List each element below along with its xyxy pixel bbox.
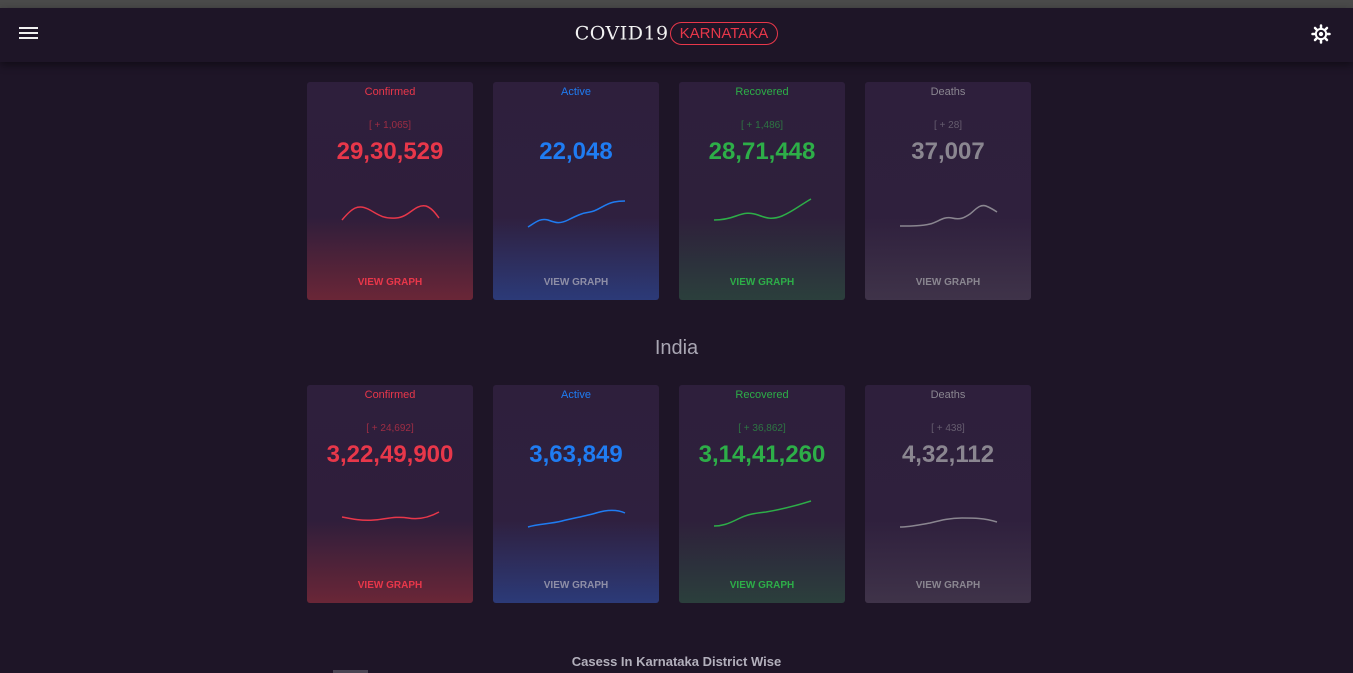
india-active-card: Active 3,63,849 VIEW GRAPH: [493, 385, 659, 603]
card-title: Confirmed: [364, 389, 416, 401]
view-graph-link[interactable]: VIEW GRAPH: [493, 580, 659, 591]
card-value: 3,22,49,900: [326, 441, 454, 468]
card-title: Deaths: [930, 86, 966, 98]
card-value: 29,30,529: [336, 138, 444, 165]
card-delta: [ + 24,692]: [366, 423, 414, 434]
view-graph-link[interactable]: VIEW GRAPH: [865, 277, 1031, 288]
karnataka-recovered-card: Recovered [ + 1,486] 28,71,448 VIEW GRAP…: [679, 82, 845, 300]
sparkline: [527, 509, 626, 528]
view-graph-link[interactable]: VIEW GRAPH: [307, 277, 473, 288]
sparkline: [713, 500, 812, 527]
card-title: Recovered: [735, 389, 789, 401]
card-title: Recovered: [735, 86, 789, 98]
card-delta: [ + 438]: [931, 423, 965, 434]
india-deaths-card: Deaths [ + 438] 4,32,112 VIEW GRAPH: [865, 385, 1031, 603]
karnataka-active-card: Active 22,048 VIEW GRAPH: [493, 82, 659, 300]
sparkline: [899, 204, 998, 227]
card-title: Active: [561, 389, 591, 401]
india-section-title: India: [654, 337, 699, 359]
view-graph-link[interactable]: VIEW GRAPH: [307, 580, 473, 591]
sparkline: [341, 205, 440, 221]
india-confirmed-card: Confirmed [ + 24,692] 3,22,49,900 VIEW G…: [307, 385, 473, 603]
card-delta: [ + 1,486]: [741, 120, 783, 131]
card-title: Active: [561, 86, 591, 98]
sparkline: [713, 198, 812, 221]
sparkline: [527, 200, 626, 228]
view-graph-link[interactable]: VIEW GRAPH: [865, 580, 1031, 591]
card-title: Confirmed: [364, 86, 416, 98]
card-value: 3,14,41,260: [698, 441, 826, 468]
district-section-title: Casess In Karnataka District Wise: [571, 654, 782, 669]
view-graph-link[interactable]: VIEW GRAPH: [493, 277, 659, 288]
view-graph-link[interactable]: VIEW GRAPH: [679, 277, 845, 288]
top-border: [0, 0, 1353, 8]
card-value: 28,71,448: [708, 138, 816, 165]
card-value: 3,63,849: [529, 441, 623, 468]
card-title: Deaths: [930, 389, 966, 401]
brightness-icon[interactable]: [1311, 24, 1331, 44]
view-graph-link[interactable]: VIEW GRAPH: [679, 580, 845, 591]
sparkline: [341, 511, 440, 521]
karnataka-confirmed-card: Confirmed [ + 1,065] 29,30,529 VIEW GRAP…: [307, 82, 473, 300]
card-value: 4,32,112: [901, 441, 995, 468]
brand-title: COVID19 KARNATAKA: [0, 22, 1353, 45]
card-value: 37,007: [911, 138, 985, 165]
card-delta: [ + 1,065]: [369, 120, 411, 131]
region-badge: KARNATAKA: [669, 22, 779, 45]
sparkline: [899, 517, 998, 528]
card-value: 22,048: [539, 138, 613, 165]
brand-name: COVID19: [574, 22, 669, 45]
india-recovered-card: Recovered [ + 36,862] 3,14,41,260 VIEW G…: [679, 385, 845, 603]
navbar: COVID19 KARNATAKA: [0, 8, 1353, 62]
card-delta: [ + 28]: [933, 120, 963, 131]
karnataka-deaths-card: Deaths [ + 28] 37,007 VIEW GRAPH: [865, 82, 1031, 300]
card-delta: [ + 36,862]: [738, 423, 786, 434]
